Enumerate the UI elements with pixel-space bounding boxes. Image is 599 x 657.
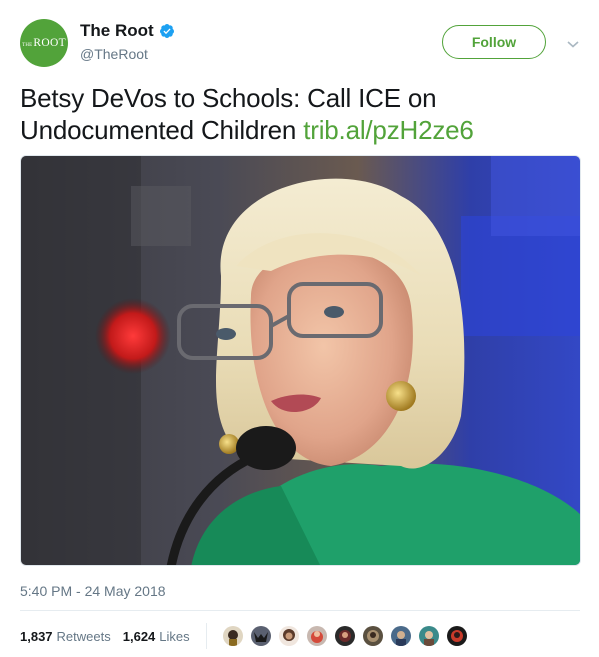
- name-row: The Root: [80, 21, 175, 41]
- logo-large-text: ROOT: [33, 37, 66, 49]
- liker-avatar[interactable]: [360, 624, 385, 648]
- liker-avatar[interactable]: [332, 624, 357, 648]
- logo-small-text: THE: [22, 43, 33, 48]
- retweets-label: Retweets: [56, 628, 111, 644]
- liker-avatar[interactable]: [304, 624, 329, 648]
- likes-label: Likes: [159, 628, 190, 644]
- user-info: The Root @TheRoot: [80, 21, 175, 62]
- tweet-link[interactable]: trib.al/pzH2ze6: [303, 115, 474, 145]
- likes-count: 1,624: [122, 628, 156, 644]
- tweet-text: Betsy DeVos to Schools: Call ICE on Undo…: [20, 82, 580, 146]
- follow-button[interactable]: Follow: [442, 25, 546, 59]
- chevron-down-icon[interactable]: [566, 36, 580, 48]
- liker-avatar[interactable]: [248, 624, 273, 648]
- verified-badge-icon: [159, 23, 175, 39]
- retweets-count: 1,837: [20, 628, 53, 644]
- tweet-stats: 1,837 Retweets 1,624 Likes: [20, 622, 473, 650]
- stats-separator: [205, 623, 207, 649]
- tweet-timestamp[interactable]: 5:40 PM - 24 May 2018: [20, 583, 166, 599]
- liker-avatar[interactable]: [444, 624, 469, 648]
- display-name[interactable]: The Root: [80, 21, 154, 41]
- the-root-logo: THE ROOT: [22, 37, 66, 49]
- account-handle[interactable]: @TheRoot: [80, 46, 175, 62]
- account-avatar[interactable]: THE ROOT: [20, 19, 68, 67]
- liker-avatar[interactable]: [416, 624, 441, 648]
- liker-avatar[interactable]: [220, 624, 245, 648]
- tweet-header: THE ROOT The Root @TheRoot Follow: [20, 18, 580, 68]
- retweets-stat[interactable]: 1,837 Retweets: [20, 629, 111, 644]
- divider: [20, 610, 580, 611]
- likes-stat[interactable]: 1,624 Likes: [123, 629, 190, 644]
- tweet-photo[interactable]: [20, 155, 581, 566]
- liker-avatar[interactable]: [276, 624, 301, 648]
- liker-avatars: [220, 624, 473, 648]
- liker-avatar[interactable]: [388, 624, 413, 648]
